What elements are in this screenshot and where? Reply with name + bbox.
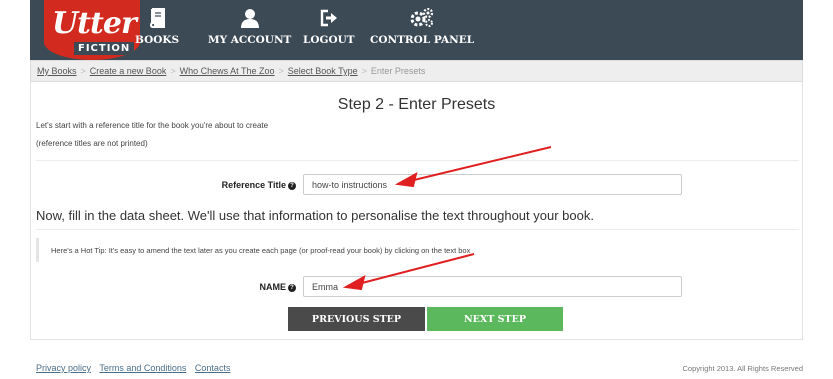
utter-fiction-logo[interactable]: Utter FICTION bbox=[44, 0, 140, 60]
next-step-button[interactable]: NEXT STEP bbox=[427, 307, 563, 331]
datasheet-heading: Now, fill in the data sheet. We'll use t… bbox=[36, 208, 594, 223]
hot-tip-box: Here's a Hot Tip: It's easy to amend the… bbox=[36, 238, 799, 262]
main-navbar: Utter FICTION BOOKS MY ACCOUNT LOGOUT CO… bbox=[30, 0, 803, 60]
intro-note: (reference titles are not printed) bbox=[36, 139, 148, 148]
nav-logout-label: LOGOUT bbox=[303, 34, 355, 46]
intro-text: Let's start with a reference title for t… bbox=[36, 121, 269, 130]
help-icon[interactable]: ? bbox=[288, 181, 296, 190]
nav-books-label: BOOKS bbox=[135, 34, 180, 46]
page-title: Step 2 - Enter Presets bbox=[337, 96, 496, 113]
footer-contacts-link[interactable]: Contacts bbox=[195, 363, 231, 373]
nav-control-panel[interactable]: CONTROL PANEL bbox=[370, 8, 474, 46]
copyright-text: Copyright 2013. All Rights Reserved bbox=[682, 364, 803, 373]
divider bbox=[36, 229, 799, 230]
name-field-label-text: NAME bbox=[259, 282, 287, 292]
breadcrumb-separator: > bbox=[80, 66, 86, 76]
nav-my-account-label: MY ACCOUNT bbox=[208, 34, 292, 46]
reference-title-input[interactable] bbox=[303, 174, 682, 195]
breadcrumb: My Books > Create a new Book > Who Chews… bbox=[30, 60, 803, 82]
name-field-label: NAME? bbox=[200, 282, 296, 292]
footer-links: Privacy policy Terms and Conditions Cont… bbox=[36, 363, 236, 373]
breadcrumb-separator: > bbox=[170, 66, 176, 76]
logout-icon bbox=[320, 9, 337, 27]
nav-logout[interactable]: LOGOUT bbox=[303, 8, 355, 46]
hot-tip-text: Here's a Hot Tip: It's easy to amend the… bbox=[51, 245, 471, 255]
reference-title-label: Reference Title? bbox=[160, 180, 296, 190]
breadcrumb-current: Enter Presets bbox=[370, 66, 426, 76]
help-icon[interactable]: ? bbox=[288, 283, 296, 292]
breadcrumb-create-book[interactable]: Create a new Book bbox=[90, 66, 167, 76]
divider bbox=[36, 160, 799, 161]
name-input[interactable] bbox=[303, 276, 682, 297]
breadcrumb-separator: > bbox=[278, 66, 284, 76]
nav-control-panel-label: CONTROL PANEL bbox=[370, 34, 475, 46]
user-icon bbox=[240, 9, 259, 28]
breadcrumb-my-books[interactable]: My Books bbox=[37, 66, 77, 76]
breadcrumb-separator: > bbox=[361, 66, 367, 76]
book-icon bbox=[150, 8, 166, 28]
breadcrumb-select-book-type[interactable]: Select Book Type bbox=[288, 66, 358, 76]
gears-icon bbox=[410, 8, 434, 27]
breadcrumb-book-title[interactable]: Who Chews At The Zoo bbox=[180, 66, 275, 76]
nav-books[interactable]: BOOKS bbox=[135, 8, 179, 46]
footer-terms-link[interactable]: Terms and Conditions bbox=[99, 363, 186, 373]
previous-step-button[interactable]: PREVIOUS STEP bbox=[288, 307, 425, 331]
logo-subtext: FICTION bbox=[74, 42, 135, 55]
nav-my-account[interactable]: MY ACCOUNT bbox=[208, 8, 291, 46]
top-bar: Utter FICTION BOOKS MY ACCOUNT LOGOUT CO… bbox=[0, 0, 833, 60]
logo-text: Utter bbox=[52, 6, 137, 41]
reference-title-label-text: Reference Title bbox=[221, 180, 286, 190]
footer-privacy-link[interactable]: Privacy policy bbox=[36, 363, 91, 373]
